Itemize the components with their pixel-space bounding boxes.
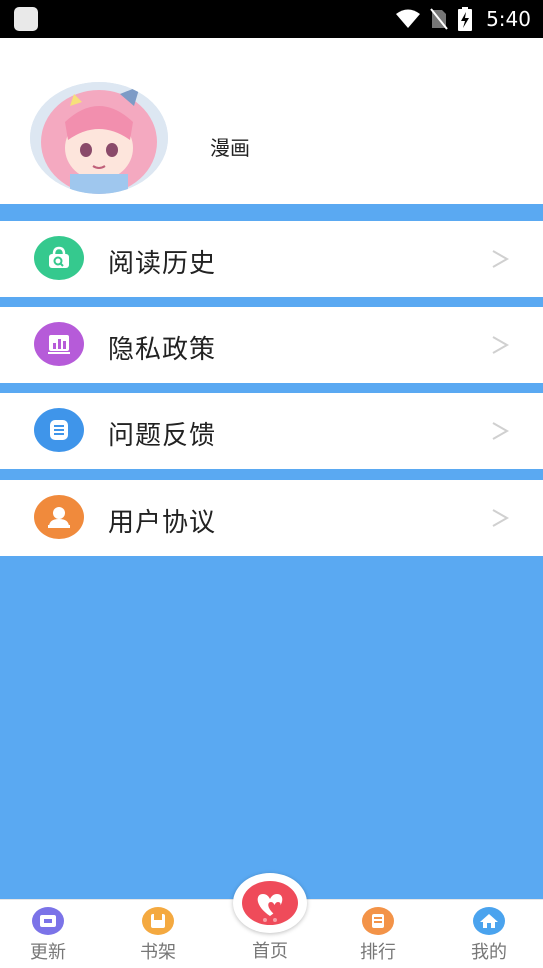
menu-label: 隐私政策 [108,335,217,365]
bookshelf-icon [142,907,174,935]
battery-charging-icon [458,7,473,31]
tab-bookshelf[interactable]: 书架 [104,900,212,968]
profile-name: 漫画 [210,136,250,160]
anime-girl-avatar-image [30,82,168,194]
tab-label: 书架 [140,942,176,963]
tab-update[interactable]: 更新 [0,900,102,968]
menu-item-privacy-policy[interactable]: 隐私政策 [0,307,543,383]
home-heart-icon [242,881,298,925]
menu-item-reading-history[interactable]: 阅读历史 [0,221,543,297]
status-bar: 5:40 [0,0,543,38]
bag-search-icon [34,236,84,280]
menu-label: 用户协议 [108,508,217,538]
chevron-right-icon [492,336,510,354]
ranking-icon [362,907,394,935]
avatar[interactable] [30,82,168,194]
mine-house-icon [473,907,505,935]
tab-label: 更新 [30,942,66,963]
notification-app-icon [14,7,38,31]
tab-label: 我的 [471,942,507,963]
profile-header: 漫画 [0,38,543,204]
tab-ranking[interactable]: 排行 [324,900,432,968]
menu-label: 问题反馈 [108,421,217,451]
wifi-icon [396,9,421,28]
list-icon [34,408,84,452]
tab-label: 首页 [252,941,288,962]
person-icon [34,495,84,539]
chevron-right-icon [492,250,510,268]
tab-label: 排行 [360,942,396,963]
menu-label: 阅读历史 [108,249,217,279]
status-icons: 5:40 [396,0,531,38]
chevron-right-icon [492,509,510,527]
menu-item-user-agreement[interactable]: 用户协议 [0,480,543,556]
menu-item-feedback[interactable]: 问题反馈 [0,393,543,469]
clock: 5:40 [486,7,531,31]
tab-home[interactable] [233,873,307,933]
chart-icon [34,322,84,366]
no-sim-icon [430,8,448,30]
chevron-right-icon [492,422,510,440]
tab-mine[interactable]: 我的 [435,900,543,968]
update-icon [32,907,64,935]
